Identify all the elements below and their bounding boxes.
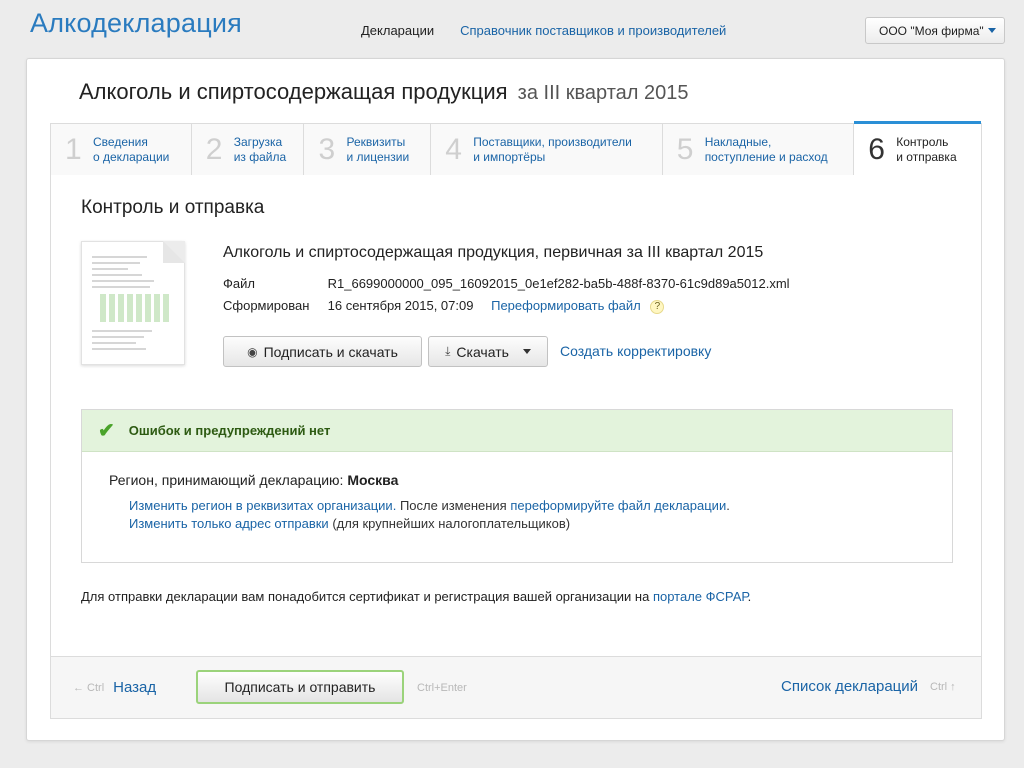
formed-label: Сформирован — [223, 298, 310, 313]
back-shortcut-hint: ← Ctrl — [73, 681, 105, 694]
wizard-steps: 1 Сведения о декларации 2 Загрузка из файл… — [50, 121, 982, 175]
step-label: Сведения о декларации — [93, 134, 170, 164]
create-correction-link[interactable]: Создать корректировку — [560, 343, 711, 359]
address-note: (для крупнейших налогоплательщиков) — [332, 516, 571, 531]
org-selector[interactable]: ООО "Моя фирма" — [865, 17, 1005, 44]
step-label: Загрузка из файла — [233, 134, 287, 164]
reformat-file-link[interactable]: Переформировать файл — [491, 298, 641, 313]
file-row: Файл R1_6699000000_095_16092015_0e1ef282… — [223, 276, 790, 291]
step-number: 3 — [318, 132, 336, 166]
validation-status-box: ✔ Ошибок и предупреждений нет Регион, пр… — [81, 409, 953, 563]
change-region-link[interactable]: Изменить регион в реквизитах организации… — [129, 498, 396, 513]
file-label: Файл — [223, 276, 255, 291]
step-label: Реквизиты и лицензии — [346, 134, 410, 164]
step-4[interactable]: 4 Поставщики, производители и импортёры — [431, 124, 663, 175]
reformat-declaration-link[interactable]: переформируйте файл декларации — [510, 498, 726, 513]
send-shortcut-hint: Ctrl+Enter — [417, 682, 467, 694]
declarations-list-link[interactable]: Список деклараций — [781, 678, 918, 695]
step-number: 4 — [445, 132, 462, 166]
step-number: 6 — [868, 132, 885, 166]
status-ok-text: Ошибок и предупреждений нет — [128, 423, 331, 438]
step-2[interactable]: 2 Загрузка из файла — [192, 124, 305, 175]
sign-and-download-label: Подписать и скачать — [263, 343, 398, 360]
download-icon: ⤓ — [445, 344, 451, 358]
nav-declarations[interactable]: Декларации — [361, 23, 434, 38]
step-number: 2 — [205, 132, 223, 166]
after-change-text: После изменения — [399, 498, 507, 513]
signature-icon: ◉ — [247, 344, 258, 359]
step-number: 1 — [65, 132, 82, 166]
step-5[interactable]: 5 Накладные, поступление и расход — [663, 124, 855, 175]
step-label: Поставщики, производители и импортёры — [473, 134, 632, 164]
document-title: Алкоголь и спиртосодержащая продукция, п… — [223, 244, 764, 261]
top-nav: Декларации Справочник поставщиков и прои… — [361, 23, 726, 38]
sign-and-send-label: Подписать и отправить — [224, 679, 376, 695]
footnote-text: Для отправки декларации вам понадобится … — [81, 589, 650, 604]
formed-date: 16 сентября 2015, 07:09 — [327, 298, 474, 313]
checkmark-icon: ✔ — [98, 420, 115, 442]
page-title-period: за III квартал 2015 — [517, 82, 689, 104]
region-value: Москва — [347, 472, 399, 488]
region-label: Регион, принимающий декларацию: — [109, 472, 344, 488]
app-logo[interactable]: Алкодекларация — [30, 8, 242, 39]
document-thumbnail — [81, 241, 185, 365]
main-card: Алкоголь и спиртосодержащая продукция за… — [26, 58, 1005, 741]
nav-suppliers-directory[interactable]: Справочник поставщиков и производителей — [460, 23, 726, 38]
back-control: ← Ctrl Назад — [73, 679, 156, 696]
page-title: Алкоголь и спиртосодержащая продукция за… — [79, 79, 688, 105]
download-label: Скачать — [456, 343, 509, 360]
step-6-current: 6 Контроль и отправка — [854, 121, 981, 175]
help-icon[interactable]: ? — [650, 299, 665, 314]
formed-row: Сформирован 16 сентября 2015, 07:09 Пере… — [223, 298, 665, 314]
page-title-main: Алкоголь и спиртосодержащая продукция — [79, 79, 508, 104]
file-name: R1_6699000000_095_16092015_0e1ef282-ba5b… — [327, 276, 790, 291]
step-label: Контроль и отправка — [896, 134, 957, 164]
step-label: Накладные, поступление и расход — [704, 134, 828, 164]
chevron-down-icon — [988, 28, 996, 33]
bottom-action-bar: ← Ctrl Назад Подписать и отправить Ctrl+… — [50, 656, 982, 719]
sign-and-download-button[interactable]: ◉ Подписать и скачать — [223, 336, 422, 367]
change-region-row: Изменить регион в реквизитах организации… — [129, 498, 730, 513]
change-address-row: Изменить только адрес отправки (для круп… — [129, 516, 570, 531]
control-panel: Контроль и отправка Алкоголь и спиртосод… — [50, 175, 982, 660]
step-1[interactable]: 1 Сведения о декларации — [51, 124, 192, 175]
fsrar-footnote: Для отправки декларации вам понадобится … — [81, 589, 752, 604]
sign-and-send-button[interactable]: Подписать и отправить — [196, 670, 404, 704]
section-title: Контроль и отправка — [81, 197, 265, 218]
org-selector-label: ООО "Моя фирма" — [879, 23, 984, 38]
list-shortcut-hint: Ctrl ↑ — [930, 681, 956, 693]
status-ok-banner: ✔ Ошибок и предупреждений нет — [82, 410, 952, 452]
region-row: Регион, принимающий декларацию: Москва — [109, 472, 398, 488]
step-3[interactable]: 3 Реквизиты и лицензии — [304, 124, 432, 175]
chevron-down-icon — [522, 349, 531, 354]
back-link[interactable]: Назад — [113, 679, 156, 696]
change-address-link[interactable]: Изменить только адрес отправки — [129, 516, 329, 531]
step-number: 5 — [676, 132, 694, 166]
download-button[interactable]: ⤓ Скачать — [428, 336, 548, 367]
fsrar-portal-link[interactable]: портале ФСРАР — [653, 589, 748, 604]
